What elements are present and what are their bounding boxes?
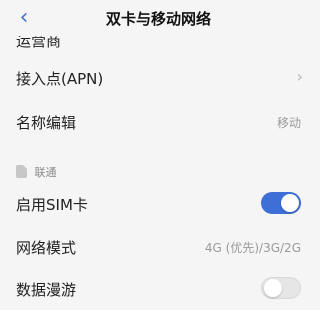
name-edit-label: 名称编辑 [16, 114, 77, 132]
apn-row[interactable]: 接入点(APN) › [0, 55, 317, 99]
apn-label: 接入点(APN) [16, 70, 104, 88]
network-mode-label: 网络模式 [16, 239, 77, 257]
enable-sim-row[interactable]: 启用SIM卡 [0, 181, 317, 225]
top-bar: ‹ 双卡与移动网络 [0, 0, 317, 36]
section-header-unicom: 联通 [16, 164, 57, 180]
page-title: 双卡与移动网络 [105, 10, 211, 28]
roaming-label: 数据漫游 [16, 281, 77, 299]
enable-sim-toggle[interactable] [261, 192, 301, 214]
section-label: 联通 [34, 166, 57, 179]
name-edit-row[interactable]: 名称编辑 移动 [0, 99, 317, 143]
network-mode-row[interactable]: 网络模式 4G (优先)/3G/2G [0, 224, 317, 268]
enable-sim-label: 启用SIM卡 [16, 196, 88, 214]
name-edit-value: 移动 [276, 116, 301, 130]
network-mode-value: 4G (优先)/3G/2G [204, 241, 301, 255]
chevron-right-icon: › [296, 67, 303, 86]
toggle-knob [281, 194, 299, 212]
roaming-toggle[interactable] [261, 277, 301, 299]
roaming-row[interactable]: 数据漫游 [0, 266, 317, 310]
sim-card-icon [16, 165, 27, 178]
toggle-knob [264, 279, 282, 297]
